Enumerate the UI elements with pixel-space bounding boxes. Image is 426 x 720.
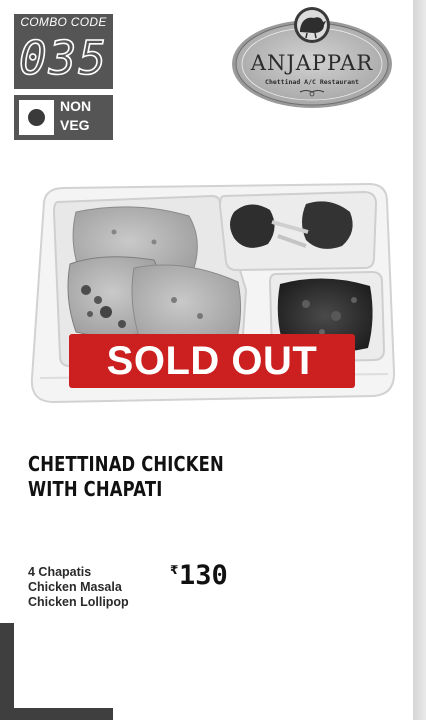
rupee-symbol: ₹ (170, 563, 179, 577)
logo-brand: ANJAPPAR (250, 51, 374, 75)
decorative-bar-horizontal (14, 708, 113, 720)
list-item: Chicken Lollipop (28, 595, 129, 609)
scroll-edge (413, 0, 426, 720)
price-value: 130 (179, 560, 228, 591)
non-veg-label: NON VEG (60, 97, 91, 135)
combo-code-badge: COMBO CODE 035 (14, 14, 113, 89)
diet-line-1: NON (60, 98, 92, 114)
non-veg-dot (28, 109, 45, 126)
decorative-bar-vertical (0, 623, 14, 720)
logo-tagline: Chettinad A/C Restaurant (265, 78, 359, 86)
combo-code-label: COMBO CODE (20, 15, 107, 29)
product-title-line-2: WITH CHAPATI (28, 477, 163, 501)
sold-out-badge: SOLD OUT (69, 334, 355, 388)
list-item: Chicken Masala (28, 580, 122, 594)
restaurant-logo: ANJAPPAR Chettinad A/C Restaurant (232, 7, 392, 108)
product-title: CHETTINAD CHICKEN WITH CHAPATI (28, 452, 274, 502)
product-page: COMBO CODE 035 NON VEG ANJAPPAR Chettina… (0, 0, 426, 720)
non-veg-icon (19, 100, 54, 135)
list-item: 4 Chapatis (28, 565, 92, 579)
non-veg-badge: NON VEG (14, 95, 113, 140)
combo-code-number: 035 (18, 31, 109, 85)
combo-items-list: 4 Chapatis Chicken Masala Chicken Lollip… (28, 565, 129, 610)
diet-line-2: VEG (60, 117, 90, 133)
product-title-line-1: CHETTINAD CHICKEN (28, 452, 224, 476)
